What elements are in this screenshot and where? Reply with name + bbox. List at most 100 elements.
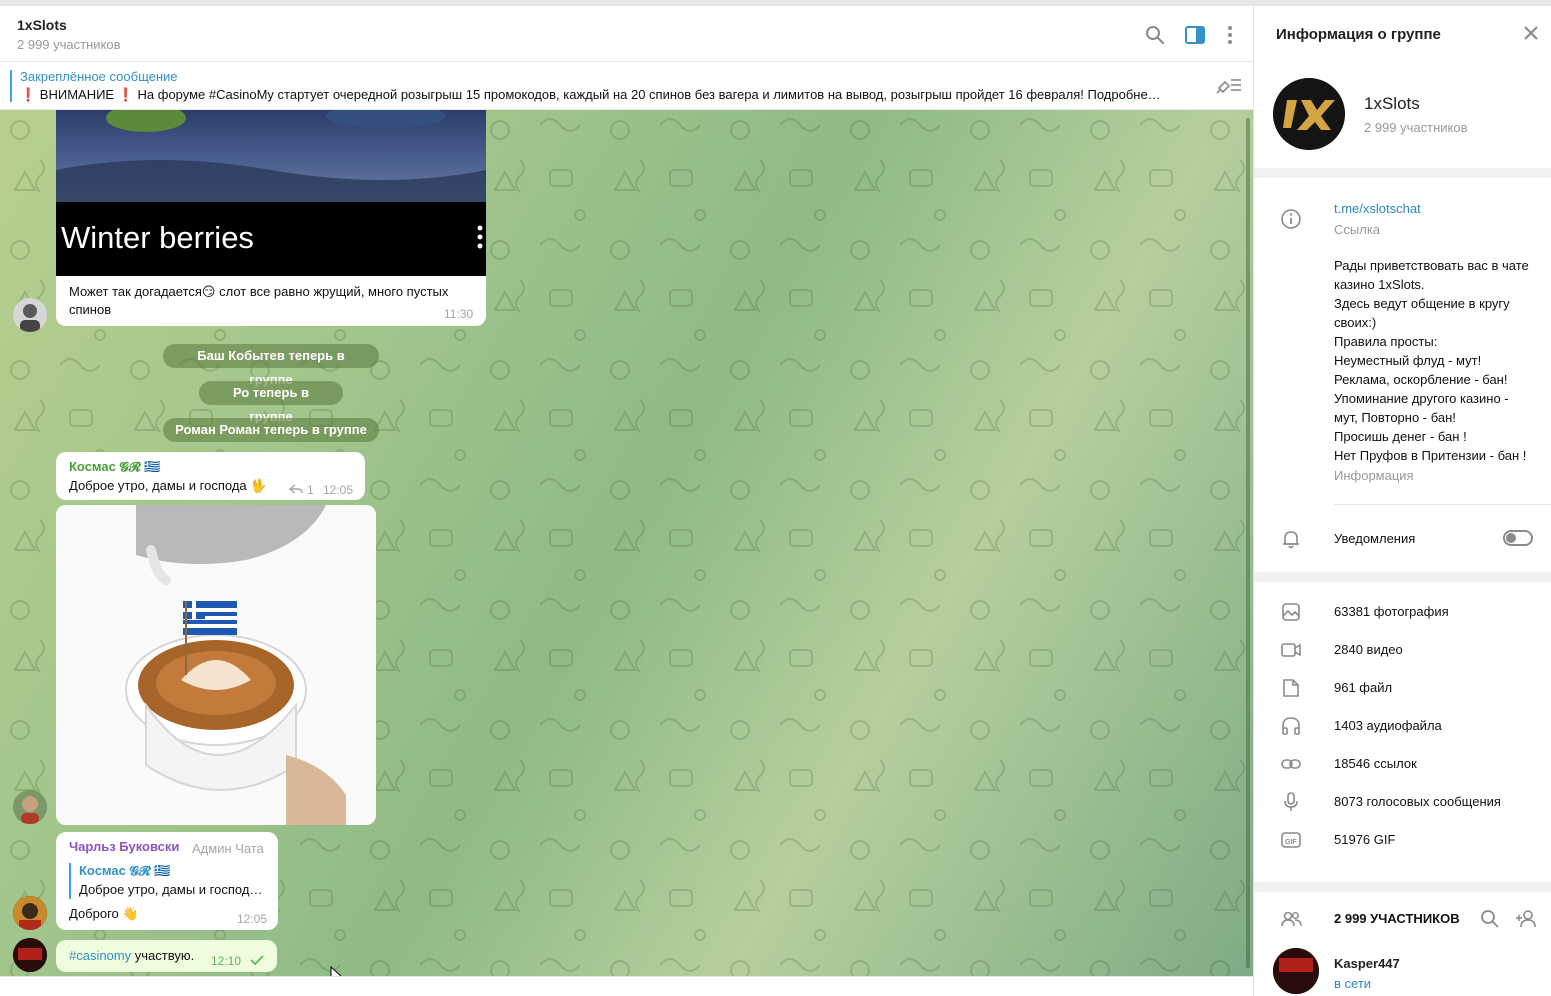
service-message-join: Роман Роман теперь в группе — [163, 418, 379, 442]
sent-check-icon — [250, 955, 264, 965]
telegram-window: 1xSlots 2 999 участников Закреплённое со… — [0, 6, 1551, 996]
members-search-icon[interactable] — [1479, 908, 1501, 935]
description-line: Рады приветствовать вас в чате казино 1x… — [1334, 258, 1529, 292]
member-status: в сети — [1334, 976, 1372, 991]
members-icon — [1280, 908, 1302, 930]
message-time: 12:05 — [237, 912, 268, 926]
media-row-links[interactable]: 18546 ссылок — [1254, 745, 1551, 783]
search-icon[interactable] — [1144, 24, 1166, 46]
pinned-text: ❗ ВНИМАНИЕ ❗ На форуме #CasinoMy стартуе… — [20, 87, 1161, 102]
chat-column: 1xSlots 2 999 участников Закреплённое со… — [0, 6, 1253, 996]
notifications-label[interactable]: Уведомления — [1334, 531, 1415, 546]
info-header-section: Информация о группе 1xSlots 2 999 участн… — [1254, 6, 1551, 168]
slot-title: Winter berries — [61, 220, 254, 255]
avatar[interactable] — [13, 790, 47, 824]
group-description[interactable]: Рады приветствовать вас в чате казино 1x… — [1334, 256, 1534, 465]
hashtag-link[interactable]: #casinomy — [69, 948, 131, 963]
description-line: Реклама, оскорбление - бан! — [1334, 372, 1508, 387]
description-line: Здесь ведут общение в кругу своих:) — [1334, 296, 1510, 330]
media-row-videos[interactable]: 2840 видео — [1254, 631, 1551, 669]
message-time: 11:30 — [444, 307, 474, 321]
media-audio-label: 1403 аудиофайла — [1334, 718, 1442, 733]
chat-title[interactable]: 1xSlots — [17, 17, 67, 33]
media-photos-label: 63381 фотография — [1334, 604, 1449, 619]
photo-icon — [1280, 601, 1302, 623]
gif-icon: GIF — [1280, 829, 1302, 851]
reply-sender[interactable]: Космас 𝓖𝓡 🇬🇷 — [79, 863, 171, 879]
pinned-accent-bar — [10, 70, 12, 102]
video-more-icon[interactable] — [476, 224, 484, 250]
link-icon — [1280, 753, 1302, 775]
message-bubble[interactable]: Winter berries Может так догадается😏 сло… — [56, 110, 486, 326]
chat-header[interactable]: 1xSlots 2 999 участников — [0, 6, 1253, 62]
user-avatar-image — [13, 298, 47, 332]
divider — [1334, 504, 1551, 505]
media-row-files[interactable]: 961 файл — [1254, 669, 1551, 707]
admin-badge: Админ Чата — [192, 841, 264, 856]
message-bubble[interactable]: Чарльз Буковски Админ Чата Космас 𝓖𝓡 🇬🇷 … — [56, 832, 278, 930]
shared-media-section: 63381 фотография 2840 видео 961 файл 140… — [1254, 582, 1551, 882]
chat-messages-area[interactable]: Winter berries Может так догадается😏 сло… — [0, 110, 1253, 976]
message-sender[interactable]: Чарльз Буковски — [69, 839, 179, 854]
link-caption: Ссылка — [1334, 222, 1381, 237]
mouse-cursor-icon — [330, 966, 342, 976]
add-member-icon[interactable] — [1515, 908, 1539, 935]
media-videos-label: 2840 видео — [1334, 642, 1403, 657]
media-row-gif[interactable]: GIF 51976 GIF — [1254, 821, 1551, 859]
members-section: 2 999 УЧАСТНИКОВ Kasper447 в сети — [1254, 892, 1551, 996]
media-voice-label: 8073 голосовых сообщения — [1334, 794, 1501, 809]
group-link[interactable]: t.me/xslotschat — [1334, 201, 1421, 216]
message-sender[interactable]: Космас 𝓖𝓡 🇬🇷 — [69, 459, 161, 475]
service-message-join: Баш Кобытев теперь в группе — [163, 344, 379, 387]
avatar[interactable] — [13, 938, 47, 972]
message-text: Доброе утро, дамы и господа 🖖 — [69, 478, 267, 493]
group-members-count: 2 999 участников — [1364, 120, 1468, 135]
message-composer[interactable] — [0, 976, 1253, 996]
close-icon[interactable] — [1522, 24, 1540, 47]
microphone-icon — [1280, 791, 1302, 813]
media-row-voice[interactable]: 8073 голосовых сообщения — [1254, 783, 1551, 821]
chat-scrollbar[interactable] — [1246, 118, 1250, 968]
avatar[interactable] — [13, 896, 47, 930]
media-row-audio[interactable]: 1403 аудиофайла — [1254, 707, 1551, 745]
group-name: 1xSlots — [1364, 94, 1420, 113]
slot-title-banner: Winter berries — [56, 202, 486, 276]
description-line: Неуместный флуд - мут! — [1334, 353, 1482, 368]
more-menu-icon[interactable] — [1219, 24, 1241, 46]
member-avatar-image — [1273, 948, 1319, 994]
pinned-title: Закреплённое сообщение — [20, 69, 178, 84]
member-avatar — [1273, 948, 1319, 994]
description-line: Просишь денег - бан ! — [1334, 429, 1467, 444]
video-icon — [1280, 639, 1302, 661]
sidebar-toggle-icon[interactable] — [1184, 24, 1206, 46]
group-logo-image — [1273, 78, 1345, 150]
user-avatar-image — [13, 790, 47, 824]
user-avatar-image — [13, 938, 47, 972]
pinned-message-bar[interactable]: Закреплённое сообщение ❗ ВНИМАНИЕ ❗ На ф… — [0, 62, 1253, 110]
member-row[interactable]: Kasper447 в сети — [1254, 942, 1551, 996]
reply-count[interactable]: 1 — [307, 483, 314, 497]
message-text: Может так догадается😏 слот все равно жру… — [69, 284, 449, 317]
pinned-list-icon[interactable] — [1215, 74, 1243, 99]
media-row-photos[interactable]: 63381 фотография — [1254, 593, 1551, 631]
reply-count-icon[interactable] — [289, 483, 303, 495]
message-bubble[interactable]: Космас 𝓖𝓡 🇬🇷 Доброе утро, дамы и господа… — [56, 452, 365, 500]
avatar[interactable] — [13, 298, 47, 332]
slot-preview-image[interactable] — [56, 110, 486, 202]
notifications-toggle[interactable] — [1503, 530, 1533, 546]
message-text: #casinomy участвую. — [69, 947, 194, 965]
group-avatar[interactable] — [1273, 78, 1345, 150]
own-message-bubble[interactable]: #casinomy участвую. 12:10 — [56, 940, 277, 972]
description-line: Нет Пруфов в Притензии - бан ! — [1334, 448, 1527, 463]
bell-icon — [1280, 528, 1302, 550]
headphones-icon — [1280, 715, 1302, 737]
sticker-image[interactable] — [56, 505, 376, 825]
media-links-label: 18546 ссылок — [1334, 756, 1417, 771]
chat-members-count: 2 999 участников — [17, 37, 121, 52]
message-body: участвую. — [131, 948, 195, 963]
reply-preview-text[interactable]: Доброе утро, дамы и господ… — [79, 881, 262, 899]
slot-preview-art — [56, 110, 486, 202]
info-icon — [1280, 208, 1302, 230]
media-gif-label: 51976 GIF — [1334, 832, 1396, 847]
reply-accent-bar — [69, 863, 71, 899]
